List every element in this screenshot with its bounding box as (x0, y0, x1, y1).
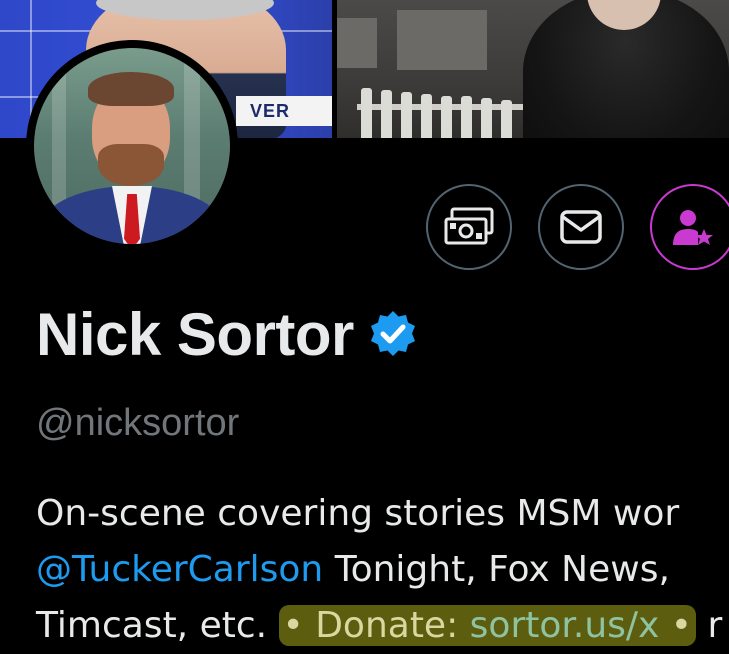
bio-line-3-text: Timcast, etc. (36, 605, 279, 646)
bio-line-1: On-scene covering stories MSM wor (36, 493, 680, 534)
banner-overlay-text: VER (236, 96, 332, 126)
bio-line-3-trailing: r (696, 605, 723, 646)
message-button[interactable] (538, 184, 624, 270)
tip-button[interactable] (426, 184, 512, 270)
bio-line-2: @TuckerCarlson Tonight, Fox News, (36, 542, 729, 598)
display-name: Nick Sortor (36, 300, 354, 368)
avatar[interactable] (26, 40, 238, 252)
bio-line-2-text: Tonight, Fox News, (323, 549, 670, 590)
display-name-row: Nick Sortor (36, 296, 418, 372)
bio-line-3: Timcast, etc. • Donate: sortor.us/x • r (36, 598, 729, 654)
money-icon (444, 207, 494, 245)
donate-highlight: • Donate: sortor.us/x • (278, 605, 697, 646)
subscribe-button[interactable] (650, 184, 729, 270)
envelope-icon (560, 210, 602, 244)
donate-link[interactable]: sortor.us/x (470, 605, 660, 646)
avatar-photo (34, 48, 230, 244)
donate-label: • Donate: (282, 605, 470, 646)
donate-suffix: • (659, 605, 693, 646)
banner-right-photo (337, 0, 729, 138)
user-handle: @nicksortor (36, 402, 240, 444)
person-star-icon (673, 210, 713, 245)
profile-bio: On-scene covering stories MSM wor @Tucke… (36, 486, 729, 654)
mention-link[interactable]: @TuckerCarlson (36, 549, 323, 590)
verified-badge-icon[interactable] (368, 309, 418, 359)
